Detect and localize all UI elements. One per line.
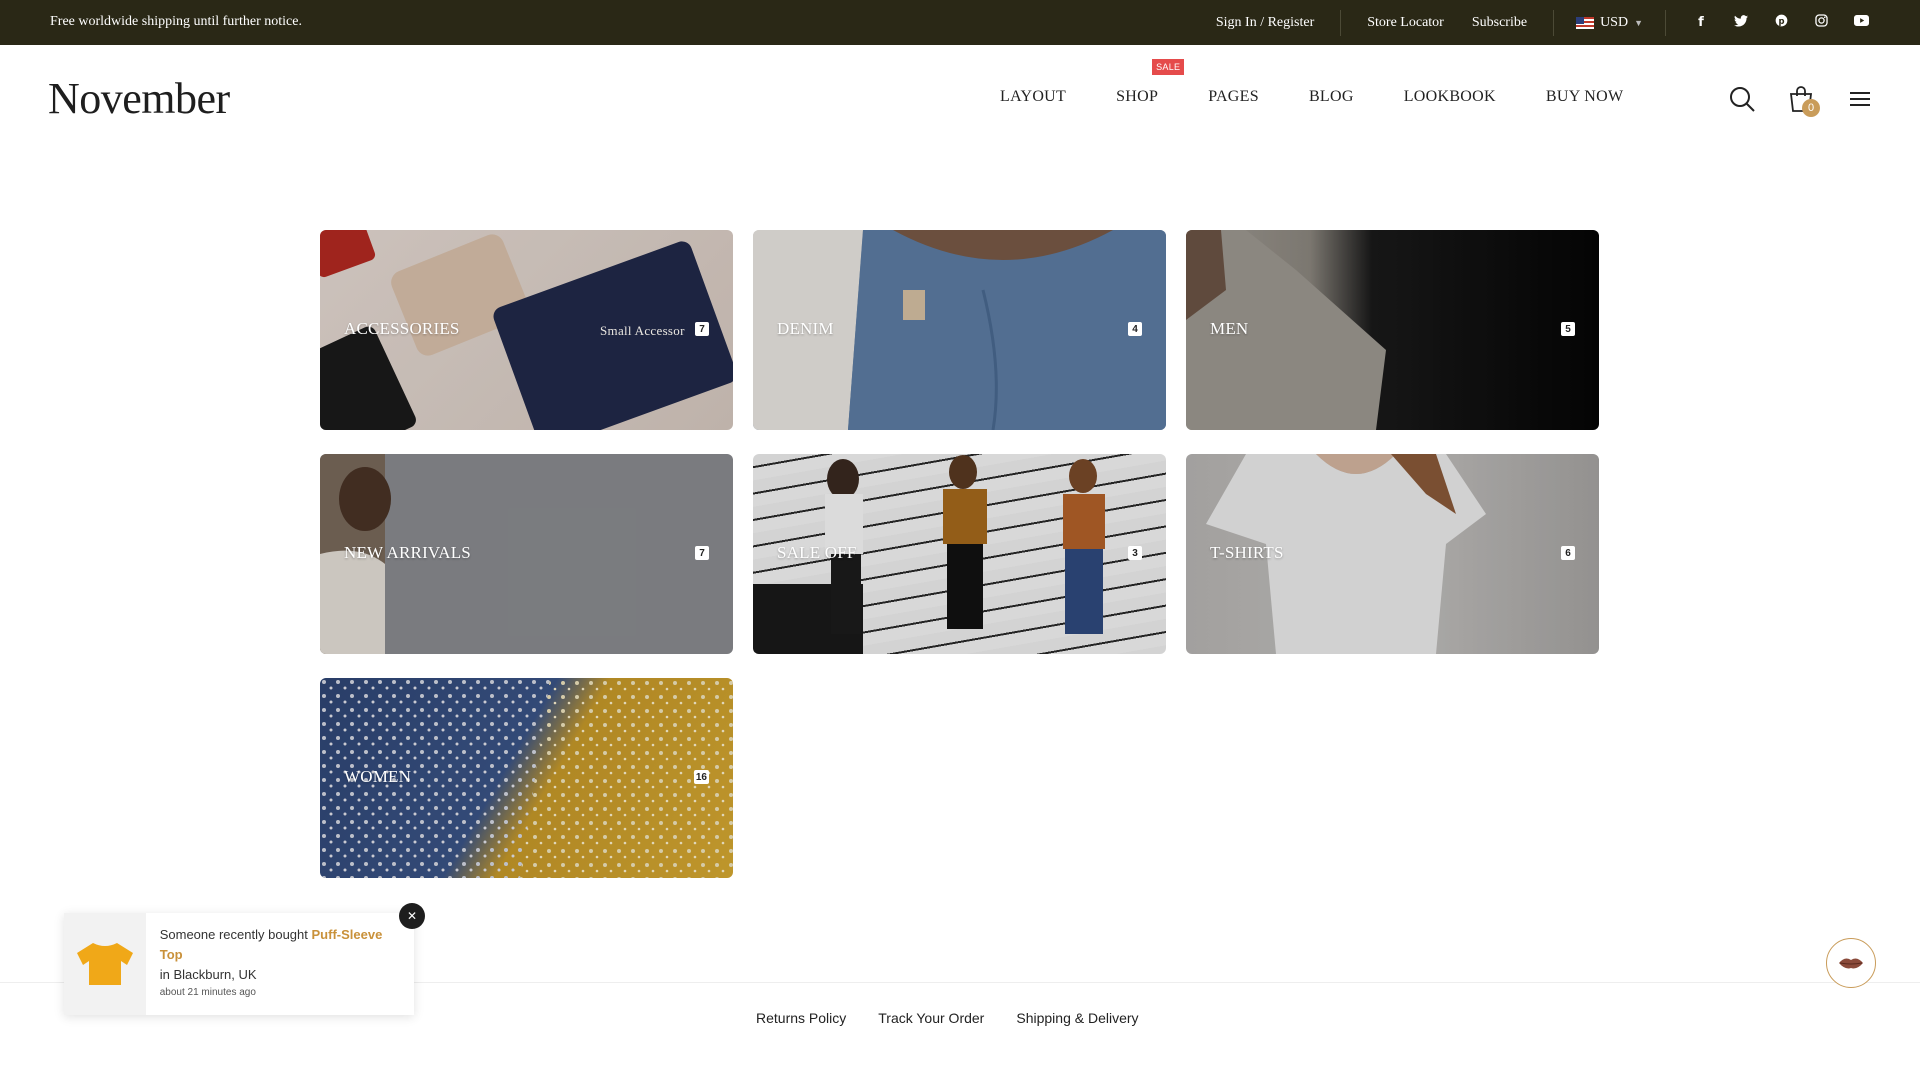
category-label: DENIM	[777, 319, 834, 338]
promo-text: Free worldwide shipping until further no…	[50, 14, 302, 29]
youtube-icon[interactable]	[1852, 15, 1870, 30]
lips-icon	[1839, 958, 1863, 969]
category-count-badge: 6	[1561, 546, 1575, 560]
site-logo[interactable]: November	[48, 73, 230, 124]
shipping-delivery-link[interactable]: Shipping & Delivery	[1016, 1010, 1138, 1026]
toast-message: Someone recently bought Puff-Sleeve Top	[160, 925, 402, 965]
cart-button[interactable]: 0	[1788, 85, 1820, 117]
category-count-badge: 7	[695, 322, 709, 336]
svg-text:p: p	[1778, 16, 1784, 26]
category-count-badge: 3	[1128, 546, 1142, 560]
returns-policy-link[interactable]: Returns Policy	[756, 1010, 846, 1026]
recent-purchase-toast[interactable]: Someone recently bought Puff-Sleeve Top …	[64, 913, 414, 1015]
toast-time: about 21 minutes ago	[159, 987, 256, 998]
category-sublabel: Small Accessor	[600, 323, 685, 338]
search-icon[interactable]	[1728, 85, 1756, 113]
sign-in-link[interactable]: Sign In / Register	[1202, 15, 1328, 31]
nav-shop[interactable]: SHOP SALE	[1116, 59, 1185, 106]
nav-layout[interactable]: LAYOUT	[1000, 88, 1066, 106]
category-count-badge: 7	[695, 546, 709, 560]
sale-badge: SALE	[1152, 59, 1185, 75]
topbar-right: Sign In / Register Store Locator Subscri…	[1202, 0, 1870, 45]
category-grid: ACCESSORIES Small Accessor 7 DENIM 4 MEN…	[320, 230, 1600, 878]
social-links: f p	[1678, 14, 1870, 31]
nav-shop-label: SHOP	[1116, 88, 1159, 105]
us-flag-icon	[1576, 16, 1595, 29]
currency-value: USD	[1600, 14, 1629, 30]
category-card-new-arrivals[interactable]: NEW ARRIVALS 7	[320, 454, 733, 654]
category-label: ACCESSORIES	[344, 319, 460, 338]
category-card-accessories[interactable]: ACCESSORIES Small Accessor 7	[320, 230, 733, 430]
divider	[1553, 9, 1555, 36]
menu-icon[interactable]	[1848, 85, 1876, 113]
category-label: WOMEN	[344, 767, 412, 786]
twitter-icon[interactable]	[1732, 14, 1750, 31]
category-count-badge: 16	[693, 770, 709, 784]
cart-count-badge: 0	[1802, 99, 1820, 117]
nav-blog[interactable]: BLOG	[1309, 88, 1354, 106]
nav-lookbook[interactable]: LOOKBOOK	[1404, 88, 1496, 106]
track-order-link[interactable]: Track Your Order	[878, 1010, 984, 1026]
category-count-badge: 4	[1128, 322, 1142, 336]
nav-buy-now[interactable]: BUY NOW	[1546, 88, 1624, 106]
pinterest-icon[interactable]: p	[1772, 14, 1790, 31]
facebook-icon[interactable]: f	[1692, 15, 1710, 30]
toast-body: Someone recently bought Puff-Sleeve Top …	[146, 913, 414, 1015]
category-label: SALE OFF	[777, 543, 857, 562]
footer-links: Returns Policy Track Your Order Shipping…	[756, 1010, 1139, 1026]
category-card-sale-off[interactable]: SALE OFF 3	[753, 454, 1166, 654]
toast-location: in Blackburn, UK	[159, 967, 257, 982]
toast-prefix: Someone recently bought	[159, 927, 308, 942]
category-label: NEW ARRIVALS	[344, 543, 471, 562]
category-count-badge: 5	[1561, 322, 1575, 336]
site-header: November LAYOUT SHOP SALE PAGES BLOG LOO…	[0, 45, 1920, 150]
category-card-men[interactable]: MEN 5	[1186, 230, 1599, 430]
currency-selector[interactable]: USD ▼	[1566, 15, 1653, 31]
announcement-bar: Free worldwide shipping until further no…	[0, 0, 1920, 45]
store-locator-link[interactable]: Store Locator	[1353, 15, 1458, 31]
category-label: MEN	[1210, 319, 1249, 338]
nav-pages[interactable]: PAGES	[1208, 88, 1259, 106]
subscribe-link[interactable]: Subscribe	[1458, 15, 1541, 31]
main-nav: LAYOUT SHOP SALE PAGES BLOG LOOKBOOK BUY…	[1000, 59, 1624, 106]
divider	[1665, 9, 1666, 36]
category-card-denim[interactable]: DENIM 4	[753, 230, 1166, 430]
category-label: T-SHIRTS	[1210, 543, 1284, 562]
product-thumbnail	[64, 913, 146, 1015]
close-icon[interactable]: ✕	[399, 903, 425, 929]
header-actions: 0	[1728, 85, 1876, 117]
floating-help-button[interactable]	[1826, 938, 1876, 988]
category-card-women[interactable]: WOMEN 16	[320, 678, 733, 878]
instagram-icon[interactable]	[1812, 14, 1830, 31]
category-card-t-shirts[interactable]: T-SHIRTS 6	[1186, 454, 1599, 654]
chevron-down-icon: ▼	[1634, 17, 1643, 28]
divider	[1340, 9, 1342, 36]
